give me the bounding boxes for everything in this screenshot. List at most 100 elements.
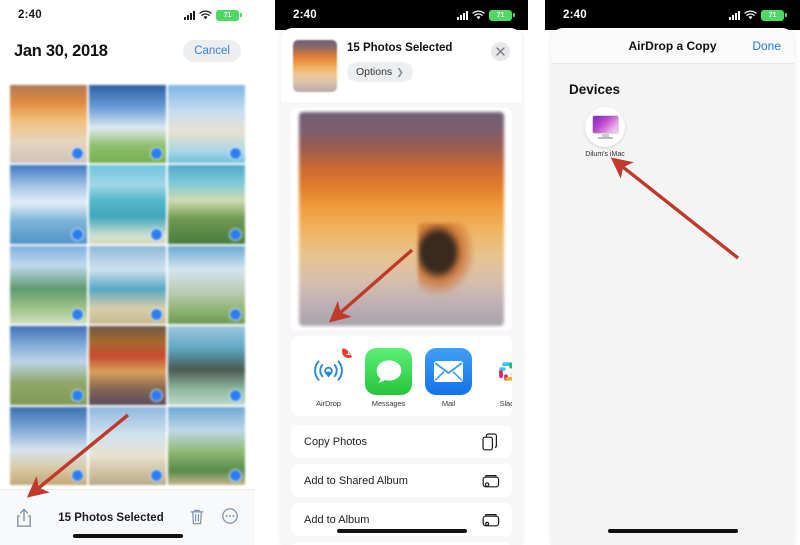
close-button[interactable] [491, 42, 510, 61]
selected-check-icon [151, 228, 162, 240]
page-title: Jan 30, 2018 [14, 41, 108, 60]
photo-preview [299, 112, 504, 326]
selected-check-icon [230, 148, 241, 160]
share-sheet-header: 15 Photos Selected Options ❯ [281, 28, 522, 102]
status-time: 2:40 [18, 9, 42, 21]
album-icon [482, 511, 500, 529]
chevron-right-icon: ❯ [396, 66, 404, 77]
selected-check-icon [72, 309, 83, 321]
battery-icon: 71 [761, 9, 787, 21]
battery-level: 71 [496, 11, 505, 19]
share-app-mail[interactable]: Mail [425, 348, 472, 408]
photo-cell[interactable] [89, 326, 166, 405]
share-sheet-header-text: 15 Photos Selected Options ❯ [347, 40, 481, 82]
cellular-bars-icon [729, 10, 740, 20]
cellular-bars-icon [184, 10, 195, 20]
phone-panel-photos: 2:40 71 Jan 30, 2018 Cancel 15 Photos Se… [0, 0, 255, 545]
photo-cell[interactable] [10, 406, 87, 485]
photo-cell[interactable] [10, 165, 87, 244]
selected-check-icon [151, 389, 162, 401]
share-app-airdrop[interactable]: 1 AirDrop [305, 348, 352, 408]
photo-cell[interactable] [89, 85, 166, 164]
selected-check-icon [72, 228, 83, 240]
photo-cell[interactable] [168, 245, 245, 325]
photo-grid[interactable] [10, 85, 245, 485]
photo-cell[interactable] [10, 326, 87, 405]
devices-heading: Devices [569, 82, 621, 97]
share-app-messages[interactable]: Messages [365, 348, 412, 408]
photo-cell[interactable] [168, 85, 245, 164]
shared-album-icon [482, 472, 500, 490]
selected-check-icon [230, 309, 241, 321]
share-app-slack[interactable]: Slack [485, 348, 512, 408]
photo-cell[interactable] [89, 406, 166, 485]
phone-panel-airdrop: 2:40 71 AirDrop a Copy Done Devices Dilu… [545, 0, 800, 545]
device-item-imac[interactable]: Dilum's iMac [573, 107, 637, 158]
imac-screen [591, 115, 619, 134]
selection-thumbnail [293, 40, 337, 92]
share-sheet-title: 15 Photos Selected [347, 42, 453, 54]
selected-check-icon [230, 470, 241, 481]
battery-icon: 71 [489, 9, 515, 21]
more-circle-icon[interactable] [221, 507, 241, 529]
photos-bottom-toolbar: 15 Photos Selected [0, 489, 255, 545]
status-indicators: 71 [457, 9, 515, 21]
airdrop-sheet: AirDrop a Copy Done Devices Dilum's iMac [551, 28, 794, 545]
share-app-label: Mail [441, 399, 456, 408]
trash-icon[interactable] [188, 507, 208, 529]
home-indicator [336, 529, 467, 533]
photo-cell[interactable] [168, 406, 245, 485]
share-icon[interactable] [14, 507, 34, 529]
messages-icon [365, 348, 412, 395]
photo-cell[interactable] [168, 326, 245, 405]
selected-check-icon [230, 228, 241, 240]
airdrop-sheet-title: AirDrop a Copy [628, 38, 717, 53]
share-app-label: Slack [499, 399, 512, 408]
photos-header: Jan 30, 2018 Cancel [0, 30, 255, 72]
status-indicators: 71 [184, 9, 242, 21]
share-actions-list: Copy Photos Add to Shared Album Add to A… [291, 425, 512, 545]
wifi-icon [472, 10, 485, 20]
airdrop-sheet-header: AirDrop a Copy Done [551, 28, 794, 64]
status-time: 2:40 [293, 9, 317, 21]
action-label: Add to Shared Album [304, 474, 408, 487]
close-icon [496, 47, 505, 56]
battery-level: 71 [223, 11, 232, 19]
phone-panel-share-sheet: 2:40 71 15 Photos Selected Options ❯ 1 A… [275, 0, 528, 545]
copy-icon [482, 432, 499, 451]
options-button[interactable]: Options ❯ [347, 62, 413, 82]
imac-icon [585, 107, 625, 147]
action-label: Copy Photos [304, 435, 367, 448]
photo-cell[interactable] [89, 245, 166, 325]
selected-check-icon [72, 148, 83, 160]
status-bar: 2:40 71 [0, 0, 255, 30]
selected-check-icon [230, 389, 241, 401]
screenshot-stage: 2:40 71 Jan 30, 2018 Cancel 15 Photos Se… [0, 0, 800, 545]
selection-count-label: 15 Photos Selected [58, 511, 164, 524]
action-add-shared-album[interactable]: Add to Shared Album [291, 464, 512, 497]
imac-base [597, 137, 613, 139]
selected-check-icon [151, 148, 162, 160]
action-label: Add to Album [304, 513, 370, 526]
airdrop-icon: 1 [305, 348, 352, 395]
done-button[interactable]: Done [752, 39, 781, 53]
photo-cell[interactable] [168, 165, 245, 244]
share-sheet: 15 Photos Selected Options ❯ 1 AirDrop M… [281, 28, 522, 545]
cellular-bars-icon [457, 10, 468, 20]
photo-cell[interactable] [89, 165, 166, 244]
slack-icon [485, 348, 512, 395]
action-copy-photos[interactable]: Copy Photos [291, 425, 512, 458]
status-bar: 2:40 71 [545, 0, 800, 30]
imac-glyph [591, 115, 619, 139]
photo-cell[interactable] [10, 85, 87, 164]
options-label: Options [356, 66, 393, 78]
cancel-button[interactable]: Cancel [183, 40, 241, 62]
photo-cell[interactable] [10, 245, 87, 325]
wifi-icon [744, 10, 757, 20]
selected-check-icon [72, 389, 83, 401]
toolbar-right-actions [188, 507, 241, 529]
battery-level: 71 [768, 11, 777, 19]
photo-preview-container [291, 108, 512, 330]
battery-icon: 71 [216, 9, 242, 21]
device-name: Dilum's iMac [585, 151, 625, 158]
